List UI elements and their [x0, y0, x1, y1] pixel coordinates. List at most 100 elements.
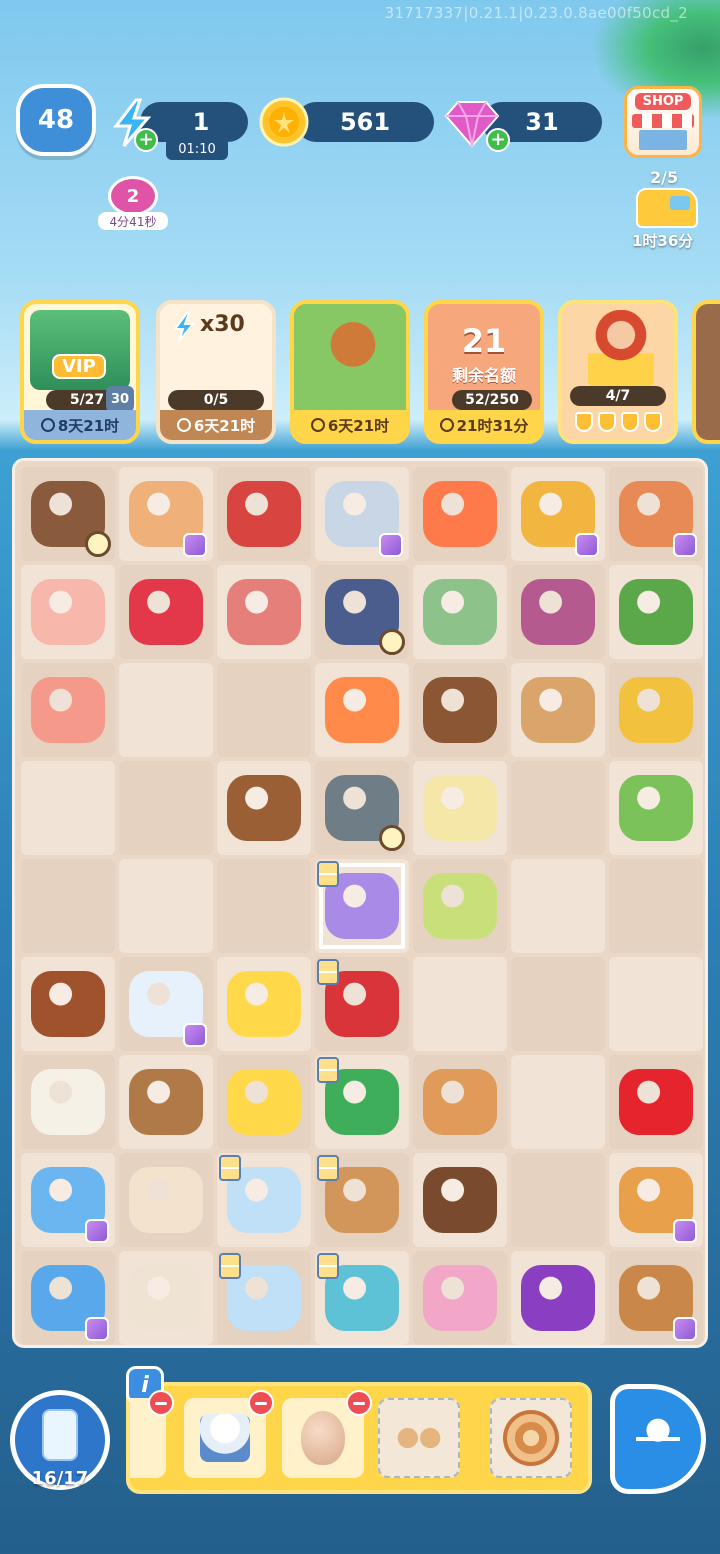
board-cell-veggie-crate[interactable]: [511, 467, 605, 561]
delivery-count: 2/5: [650, 168, 679, 187]
board-cell-shrimp[interactable]: [315, 663, 409, 757]
board-cell-tea-bag[interactable]: [413, 859, 507, 953]
board-cell-butter[interactable]: [217, 957, 311, 1051]
board-cell-blender[interactable]: [315, 1251, 409, 1345]
board-cell-empty[interactable]: [413, 957, 507, 1051]
cake-event-card[interactable]: 21 剩余名额 52/250 21时31分: [424, 300, 544, 444]
island-travel-button[interactable]: [610, 1384, 706, 1494]
board-cell-steak[interactable]: [217, 467, 311, 561]
board-cell-empty[interactable]: [511, 761, 605, 855]
board-cell-empty[interactable]: [609, 957, 703, 1051]
boost-badge[interactable]: 2: [108, 176, 158, 216]
board-cell-raw-mince[interactable]: [119, 565, 213, 659]
board-cell-empty[interactable]: [609, 859, 703, 953]
remove-icon[interactable]: [346, 1390, 372, 1416]
board-cell-meat-cooler[interactable]: [21, 467, 115, 561]
board-cell-apple[interactable]: [609, 1055, 703, 1149]
board-cell-onion-board[interactable]: [511, 565, 605, 659]
onion-board-icon: [521, 579, 595, 645]
board-cell-empty[interactable]: [21, 761, 115, 855]
board-cell-soy-sauce-bowl[interactable]: [21, 957, 115, 1051]
tray-slot-rolls[interactable]: [378, 1398, 460, 1478]
energy-timer: 01:10: [166, 138, 228, 160]
energy-value: 1: [192, 108, 210, 136]
energy-producer-icon: [183, 533, 207, 557]
vip-event-card[interactable]: VIP 5/27 30 8天21时: [20, 300, 140, 444]
clock-icon: [40, 418, 55, 432]
chef-event-card[interactable]: 4/7: [558, 300, 678, 444]
board-cell-caramel-cup[interactable]: [413, 1055, 507, 1149]
board-cell-bbq-grill[interactable]: [315, 1055, 409, 1149]
partial-event-card[interactable]: [692, 300, 720, 444]
board-cell-spinach-board[interactable]: [609, 565, 703, 659]
board-cell-veggie-basket[interactable]: [609, 467, 703, 561]
tea-bag-icon: [423, 873, 497, 939]
board-cell-empty[interactable]: [21, 859, 115, 953]
add-gems-button[interactable]: +: [486, 128, 510, 152]
tray-slot-cinnamon-roll[interactable]: [490, 1398, 572, 1478]
cake-event-time: 21时31分: [456, 416, 529, 435]
board-cell-empty[interactable]: [119, 663, 213, 757]
board-cell-empty[interactable]: [511, 1055, 605, 1149]
board-cell-drink-cooler[interactable]: [21, 1153, 115, 1247]
board-cell-chocolate-jar[interactable]: [413, 1153, 507, 1247]
board-cell-salmon[interactable]: [413, 467, 507, 561]
board-cell-rice-cup[interactable]: [413, 761, 507, 855]
tray-slot-partial[interactable]: [130, 1390, 174, 1478]
coin-counter[interactable]: 561: [296, 102, 434, 142]
remove-icon[interactable]: [148, 1390, 174, 1416]
tray-slot-egg[interactable]: [282, 1390, 372, 1478]
board-cell-cutting-station[interactable]: [315, 1153, 409, 1247]
board-cell-potatoes-small[interactable]: [511, 663, 605, 757]
board-cell-fruit-basket[interactable]: [609, 1153, 703, 1247]
board-cell-fish[interactable]: [413, 565, 507, 659]
board-cell-latte-cup[interactable]: [119, 1251, 213, 1345]
board-cell-mushrooms[interactable]: [413, 663, 507, 757]
board-cell-empty[interactable]: [511, 1153, 605, 1247]
board-cell-fruit-basket-2[interactable]: [609, 1251, 703, 1345]
board-cell-green-onion-board[interactable]: [609, 761, 703, 855]
shrimp-icon: [325, 677, 399, 743]
board-cell-ice-box[interactable]: [21, 1251, 115, 1345]
squirrel-event-card[interactable]: 6天21时: [290, 300, 410, 444]
remove-icon[interactable]: [248, 1390, 274, 1416]
board-cell-frying-pan[interactable]: [315, 957, 409, 1051]
tray-slot-cream-cup[interactable]: [184, 1390, 274, 1478]
cooldown-clock-icon: [85, 531, 111, 557]
board-cell-crab-net[interactable]: [315, 565, 409, 659]
board-cell-glass-bowl[interactable]: [217, 1153, 311, 1247]
potatoes-small-icon: [521, 677, 595, 743]
board-cell-milk-bottle[interactable]: [119, 957, 213, 1051]
delivery-truck-button[interactable]: 2/5 1时36分: [632, 168, 704, 250]
level-badge[interactable]: 48: [16, 84, 96, 156]
board-cell-cream-bowl[interactable]: [21, 1055, 115, 1149]
board-cell-sprinkles-bowl[interactable]: [413, 1251, 507, 1345]
board-cell-butter-block[interactable]: [217, 1055, 311, 1149]
board-cell-ice-cup[interactable]: [119, 1055, 213, 1149]
vip-time: 8天21时: [57, 416, 120, 435]
energy-producer-icon: [575, 533, 599, 557]
board-cell-chicken-breast[interactable]: [21, 663, 115, 757]
board-cell-empty[interactable]: [511, 859, 605, 953]
board-cell-grapes[interactable]: [511, 1251, 605, 1345]
board-cell-chicken-leg[interactable]: [21, 565, 115, 659]
board-cell-chicken-box[interactable]: [119, 467, 213, 561]
board-cell-fishing-rod[interactable]: [315, 467, 409, 561]
clock-icon: [439, 418, 454, 432]
board-cell-empty[interactable]: [119, 859, 213, 953]
board-cell-glass-bowl-2[interactable]: [217, 1251, 311, 1345]
board-cell-spice-jar[interactable]: [315, 761, 409, 855]
board-cell-coffee-cup[interactable]: [119, 1153, 213, 1247]
board-cell-empty[interactable]: [217, 663, 311, 757]
board-cell-oven[interactable]: [315, 859, 409, 953]
level-number: 48: [37, 105, 75, 135]
board-cell-empty[interactable]: [119, 761, 213, 855]
shop-button[interactable]: SHOP: [624, 86, 702, 158]
board-cell-potatoes[interactable]: [609, 663, 703, 757]
board-cell-hazelnuts[interactable]: [217, 761, 311, 855]
board-cell-empty[interactable]: [511, 957, 605, 1051]
add-energy-button[interactable]: +: [134, 128, 158, 152]
board-cell-empty[interactable]: [217, 859, 311, 953]
board-cell-ham-leg[interactable]: [217, 565, 311, 659]
energy-pass-card[interactable]: x30 0/5 6天21时: [156, 300, 276, 444]
